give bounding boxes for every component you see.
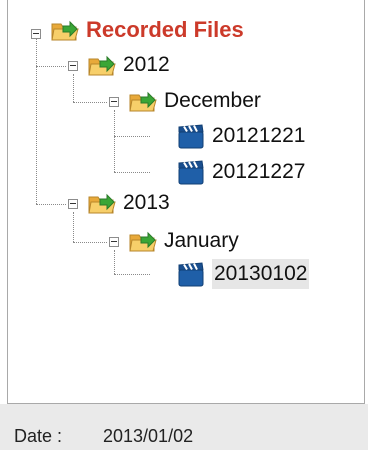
tree-line bbox=[36, 66, 66, 67]
collapse-2012-toggle[interactable] bbox=[68, 61, 78, 71]
video-clip-icon bbox=[176, 159, 206, 185]
tree-line bbox=[73, 212, 74, 242]
tree-node-2012[interactable]: 2012 bbox=[87, 50, 170, 80]
tree-line bbox=[114, 172, 150, 173]
tree-node-label: Recorded Files bbox=[86, 17, 244, 42]
collapse-january-toggle[interactable] bbox=[109, 237, 119, 247]
date-label: Date : bbox=[14, 426, 63, 446]
collapse-december-toggle[interactable] bbox=[109, 97, 119, 107]
tree-line bbox=[73, 102, 107, 103]
tree-node-label: 2013 bbox=[123, 191, 170, 214]
tree-node-label: December bbox=[164, 89, 261, 112]
tree-node-2013[interactable]: 2013 bbox=[87, 188, 170, 218]
tree-line bbox=[114, 136, 150, 137]
collapse-root-toggle[interactable] bbox=[31, 29, 41, 39]
folder-open-icon bbox=[128, 88, 158, 114]
tree-node-20121227[interactable]: 20121227 bbox=[176, 157, 305, 187]
tree-node-20121221[interactable]: 20121221 bbox=[176, 121, 305, 151]
video-clip-icon bbox=[176, 261, 206, 287]
collapse-2013-toggle[interactable] bbox=[68, 199, 78, 209]
tree-line bbox=[73, 242, 107, 243]
tree-node-january[interactable]: January bbox=[128, 226, 239, 256]
recorded-files-tree[interactable] bbox=[7, 0, 365, 404]
date-value: 2013/01/02 bbox=[103, 426, 194, 446]
tree-node-20130102[interactable]: 20130102 bbox=[176, 259, 310, 289]
folder-open-icon bbox=[128, 228, 158, 254]
folder-open-icon bbox=[87, 190, 117, 216]
tree-line bbox=[114, 250, 115, 274]
video-clip-icon bbox=[176, 123, 206, 149]
folder-open-icon bbox=[87, 52, 117, 78]
tree-node-december[interactable]: December bbox=[128, 86, 261, 116]
folder-open-icon bbox=[50, 17, 80, 43]
tree-node-label: 20121221 bbox=[212, 124, 306, 147]
tree-line bbox=[36, 38, 37, 204]
tree-line bbox=[73, 74, 74, 102]
tree-node-label: 20121227 bbox=[212, 160, 306, 183]
tree-line bbox=[114, 110, 115, 172]
tree-line bbox=[36, 204, 66, 205]
tree-node-recorded-files[interactable]: Recorded Files bbox=[50, 15, 244, 45]
tree-node-label: 20130102 bbox=[212, 259, 310, 289]
tree-line bbox=[114, 274, 150, 275]
tree-node-label: 2012 bbox=[123, 53, 170, 76]
tree-node-label: January bbox=[164, 229, 239, 252]
